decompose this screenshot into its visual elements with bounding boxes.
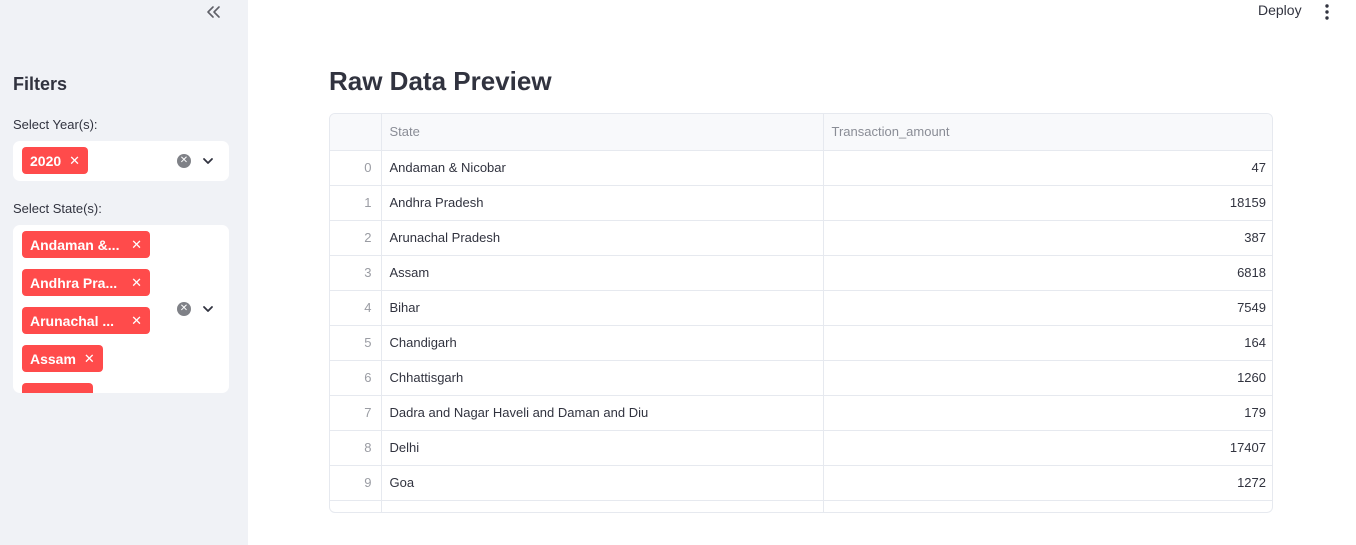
row-index: 5: [330, 325, 382, 361]
amount-cell[interactable]: 47: [823, 150, 1272, 186]
row-index: 1: [330, 185, 382, 221]
year-multiselect[interactable]: 2020 ✕ ✕: [13, 141, 229, 181]
amount-cell[interactable]: 164: [823, 325, 1272, 361]
index-column-header[interactable]: [330, 114, 382, 151]
state-tag[interactable]: Arunachal ... ✕: [22, 307, 150, 334]
amount-cell[interactable]: 6818: [823, 255, 1272, 291]
state-filter-label: Select State(s):: [13, 201, 102, 216]
state-tag[interactable]: Assam ✕: [22, 345, 103, 372]
year-filter-label: Select Year(s):: [13, 117, 98, 132]
table-row: 3 Assam 6818: [330, 255, 1272, 291]
sidebar-title: Filters: [13, 74, 68, 94]
state-cell[interactable]: Goa: [381, 465, 824, 501]
table-row: 6 Chhattisgarh 1260: [330, 360, 1272, 396]
amount-cell[interactable]: 179: [823, 395, 1272, 431]
state-tag-label: Assam: [30, 350, 76, 367]
table-row: 0 Andaman & Nicobar 47: [330, 150, 1272, 186]
remove-tag-icon[interactable]: ✕: [131, 237, 142, 253]
row-index: 6: [330, 360, 382, 396]
amount-cell[interactable]: 1260: [823, 360, 1272, 396]
table-row-partial: [330, 500, 1272, 512]
remove-tag-icon[interactable]: ✕: [131, 313, 142, 329]
deploy-button[interactable]: Deploy: [1258, 2, 1302, 18]
table-header-row: State Transaction_amount: [330, 114, 1272, 151]
amount-cell[interactable]: [823, 500, 1272, 512]
state-cell[interactable]: Delhi: [381, 430, 824, 466]
amount-cell[interactable]: 17407: [823, 430, 1272, 466]
state-tag[interactable]: Andhra Pra... ✕: [22, 269, 150, 296]
state-tag-label: Arunachal ...: [30, 312, 115, 329]
clear-all-icon[interactable]: ✕: [177, 154, 191, 168]
amount-cell[interactable]: 1272: [823, 465, 1272, 501]
state-tag-label: Andhra Pra...: [30, 274, 118, 291]
row-index: 4: [330, 290, 382, 326]
remove-tag-icon[interactable]: ✕: [69, 153, 80, 169]
row-index: 7: [330, 395, 382, 431]
state-cell[interactable]: Dadra and Nagar Haveli and Daman and Diu: [381, 395, 824, 431]
row-index: 3: [330, 255, 382, 291]
row-index: 0: [330, 150, 382, 186]
chevron-down-icon[interactable]: [201, 302, 215, 316]
chevron-down-icon[interactable]: [201, 154, 215, 168]
state-tag[interactable]: Andaman &... ✕: [22, 231, 150, 258]
year-tag[interactable]: 2020 ✕: [22, 147, 89, 174]
state-cell[interactable]: Andaman & Nicobar: [381, 150, 824, 186]
data-table[interactable]: State Transaction_amount 0 Andaman & Nic…: [329, 113, 1273, 513]
remove-tag-icon[interactable]: ✕: [131, 275, 142, 291]
table-row: 5 Chandigarh 164: [330, 325, 1272, 361]
row-index: 8: [330, 430, 382, 466]
table-row: 9 Goa 1272: [330, 465, 1272, 501]
table-row: 1 Andhra Pradesh 18159: [330, 185, 1272, 221]
table-row: 2 Arunachal Pradesh 387: [330, 220, 1272, 256]
clear-all-icon[interactable]: ✕: [177, 302, 191, 316]
remove-tag-icon[interactable]: ✕: [84, 351, 95, 367]
sidebar: Filters Select Year(s): 2020 ✕ ✕ Select …: [0, 0, 248, 545]
state-cell[interactable]: Andhra Pradesh: [381, 185, 824, 221]
state-cell[interactable]: Bihar: [381, 290, 824, 326]
state-column-header[interactable]: State: [381, 114, 824, 151]
kebab-menu-icon[interactable]: [1322, 3, 1332, 21]
year-tag-label: 2020: [30, 152, 62, 169]
table-row: 8 Delhi 17407: [330, 430, 1272, 466]
table-row: 7 Dadra and Nagar Haveli and Daman and D…: [330, 395, 1272, 431]
row-index: [330, 500, 382, 512]
row-index: 2: [330, 220, 382, 256]
state-cell[interactable]: Chhattisgarh: [381, 360, 824, 396]
state-tag-partial[interactable]: [22, 383, 93, 393]
collapse-sidebar-button[interactable]: [202, 2, 224, 22]
state-cell[interactable]: Assam: [381, 255, 824, 291]
page-title: Raw Data Preview: [329, 66, 552, 96]
double-chevron-left-icon: [207, 6, 220, 18]
state-cell[interactable]: Chandigarh: [381, 325, 824, 361]
state-cell[interactable]: Arunachal Pradesh: [381, 220, 824, 256]
state-cell[interactable]: [381, 500, 824, 512]
amount-cell[interactable]: 7549: [823, 290, 1272, 326]
row-index: 9: [330, 465, 382, 501]
state-tag-label: Andaman &...: [30, 236, 120, 253]
amount-cell[interactable]: 18159: [823, 185, 1272, 221]
table-row: 4 Bihar 7549: [330, 290, 1272, 326]
amount-column-header[interactable]: Transaction_amount: [823, 114, 1272, 151]
state-multiselect[interactable]: Andaman &... ✕ Andhra Pra... ✕ Arunachal…: [13, 225, 229, 393]
amount-cell[interactable]: 387: [823, 220, 1272, 256]
